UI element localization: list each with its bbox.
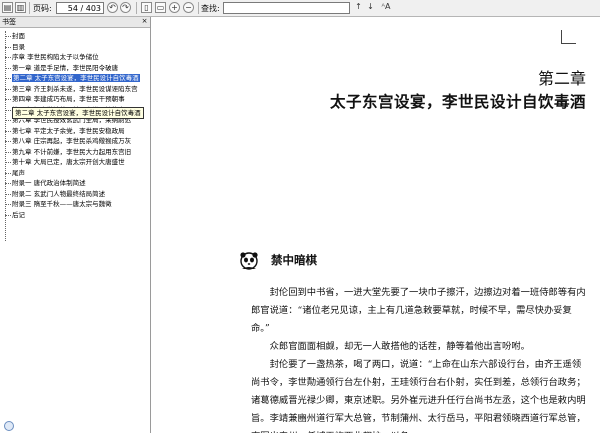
bookmark-item[interactable]: 第二章 太子东宫设宴，李世民设计自饮毒酒 [0, 73, 150, 84]
bookmark-item[interactable]: 后记 [0, 210, 150, 221]
chapter-title: 太子东宫设宴，李世民设计自饮毒酒 [329, 92, 586, 111]
bookmark-label: 第一章 道是手足情，李世民阳令破唐 [12, 63, 119, 72]
bookmark-sidebar: 书签 × 封面目录序章 李世民构陷太子以争储位第一章 道是手足情，李世民阳令破唐… [0, 17, 151, 433]
close-icon[interactable]: × [141, 18, 148, 25]
bookmark-tree: 封面目录序章 李世民构陷太子以争储位第一章 道是手足情，李世民阳令破唐第二章 太… [0, 28, 150, 241]
bookmark-label: 第九章 不计前嫌，李世民大力起用东宫旧 [12, 147, 132, 156]
bookmark-item[interactable]: 第四章 李建成巧布局，李世民干预朝事 [0, 94, 150, 105]
toolbar-separator [29, 2, 30, 14]
tree-connector [5, 141, 11, 142]
panda-icon [240, 252, 258, 270]
find-next-icon[interactable]: ↓ [365, 2, 376, 13]
font-size-icon[interactable]: ᴬA [379, 2, 393, 13]
bookmark-item[interactable]: 尾声 [0, 168, 150, 179]
fit-page-icon[interactable]: ▯ [141, 2, 152, 13]
bookmark-label: 第二章 太子东宫设宴，李世民设计自饮毒酒 [12, 74, 140, 82]
bookmark-label: 附录三 隋至千秋——唐太宗与魏徵 [12, 200, 112, 208]
bookmark-label: 附录一 唐代政治体制简述 [12, 179, 86, 187]
crop-mark [561, 30, 562, 44]
bookmark-label: 第七章 平定太子余党，李世民安稳政局 [12, 126, 125, 135]
toolbar-separator [198, 2, 199, 14]
chapter-number: 第二章 [537, 69, 586, 88]
tree-connector [5, 120, 11, 121]
tree-connector [5, 109, 11, 111]
bookmark-label: 封面 [12, 32, 25, 40]
tree-connector [5, 172, 11, 174]
fit-width-icon[interactable]: ▭ [155, 2, 166, 13]
zoom-in-icon[interactable]: + [169, 2, 180, 13]
bookmark-item[interactable]: 目录 [0, 42, 150, 53]
bookmark-item[interactable]: 第九章 不计前嫌，李世民大力起用东宫旧 [0, 147, 150, 158]
search-input[interactable] [223, 2, 350, 14]
tree-connector [5, 57, 11, 58]
tree-connector [5, 78, 11, 79]
go-back-icon[interactable]: ↶ [107, 2, 118, 13]
paragraph: 封伦回到中书省，一进大堂先要了一块巾子擦汗，边擦边对着一班侍郎等有内郎官说道：“… [251, 287, 586, 334]
sidebar-title: 书签 [2, 18, 16, 26]
status-icon [4, 421, 14, 431]
toolbar-separator [136, 2, 137, 14]
tree-connector [5, 183, 11, 184]
body-text: 封伦回到中书省，一进大堂先要了一块巾子擦汗，边擦边对着一班侍郎等有内郎官说道：“… [251, 284, 586, 433]
bookmark-item[interactable]: 封面 [0, 31, 150, 42]
tree-connector [5, 193, 11, 195]
bookmark-item[interactable]: 第三章 齐王刺杀未遂，李世民设谋诬陷东宫 [0, 84, 150, 95]
paragraph: 众郎官面面相觑，却无一人敢搭他的话茬，静等着他出言吩咐。 [269, 341, 530, 352]
bookmark-label: 第三章 齐王刺杀未遂，李世民设谋诬陷东宫 [12, 84, 138, 93]
paragraph: 封伦要了一盏热茶，喝了两口，说道：“上命在山东六部设行台，由齐王遥领尚书令，李世… [251, 359, 586, 433]
tree-connector [5, 88, 11, 90]
bookmark-item[interactable]: 附录二 玄武门人物最终结局简述 [0, 189, 150, 200]
sidebar-header: 书签 × [0, 17, 150, 28]
page-number-input[interactable] [56, 2, 104, 14]
bookmark-item[interactable]: 第八章 庄宗再起，李世民杀鸡儆猴成万灰 [0, 136, 150, 147]
bookmark-label: 后记 [12, 210, 25, 219]
zoom-out-icon[interactable]: − [183, 2, 194, 13]
toolbar: ▤ ▥ 页码: ↶ ↷ ▯ ▭ + − 查找: ↑ ↓ ᴬA [0, 0, 600, 17]
tree-connector [5, 214, 11, 216]
bookmark-item[interactable]: 第十章 大局已定，唐太宗开创大唐盛世 [0, 157, 150, 168]
tree-connector [5, 162, 11, 163]
bookmark-label: 第十章 大局已定，唐太宗开创大唐盛世 [12, 158, 125, 166]
document-view[interactable]: 第二章 太子东宫设宴，李世民设计自饮毒酒 禁中暗棋 封伦回到中书省，一进大堂先要… [151, 17, 600, 433]
crop-mark [562, 43, 576, 44]
tree-connector [5, 36, 11, 37]
bookmark-label: 附录二 玄武门人物最终结局简述 [12, 189, 106, 198]
tree-connector [5, 46, 11, 48]
tree-connector [5, 151, 11, 153]
bookmark-label: 目录 [12, 42, 25, 51]
bookmark-label: 序章 李世民构陷太子以争储位 [12, 53, 99, 61]
tree-connector [5, 99, 11, 100]
bookmark-item[interactable]: 第一章 道是手足情，李世民阳令破唐 [0, 63, 150, 74]
bookmark-item[interactable]: 第七章 平定太子余党，李世民安稳政局 [0, 126, 150, 137]
section-title: 禁中暗棋 [271, 253, 317, 267]
page-label: 页码: [33, 4, 52, 13]
bookmark-item[interactable]: 附录三 隋至千秋——唐太宗与魏徵 [0, 199, 150, 210]
bookmark-item[interactable]: 序章 李世民构陷太子以争储位 [0, 52, 150, 63]
tree-connector [5, 204, 11, 205]
go-forward-icon[interactable]: ↷ [120, 2, 131, 13]
print-icon[interactable]: ▥ [15, 2, 26, 13]
search-label: 查找: [201, 4, 220, 13]
tree-connector [5, 130, 11, 132]
bookmark-label: 第四章 李建成巧布局，李世民干预朝事 [12, 95, 125, 103]
bookmark-item[interactable]: 附录一 唐代政治体制简述 [0, 178, 150, 189]
find-previous-icon[interactable]: ↑ [353, 2, 364, 13]
sidebar-toggle-icon[interactable]: ▤ [2, 2, 13, 13]
bookmark-label: 尾声 [12, 168, 25, 177]
bookmark-tooltip: 第二章 太子东宫设宴，李世民设计自饮毒酒 [12, 107, 144, 119]
bookmark-label: 第八章 庄宗再起，李世民杀鸡儆猴成万灰 [12, 137, 132, 145]
tree-connector [5, 67, 11, 69]
